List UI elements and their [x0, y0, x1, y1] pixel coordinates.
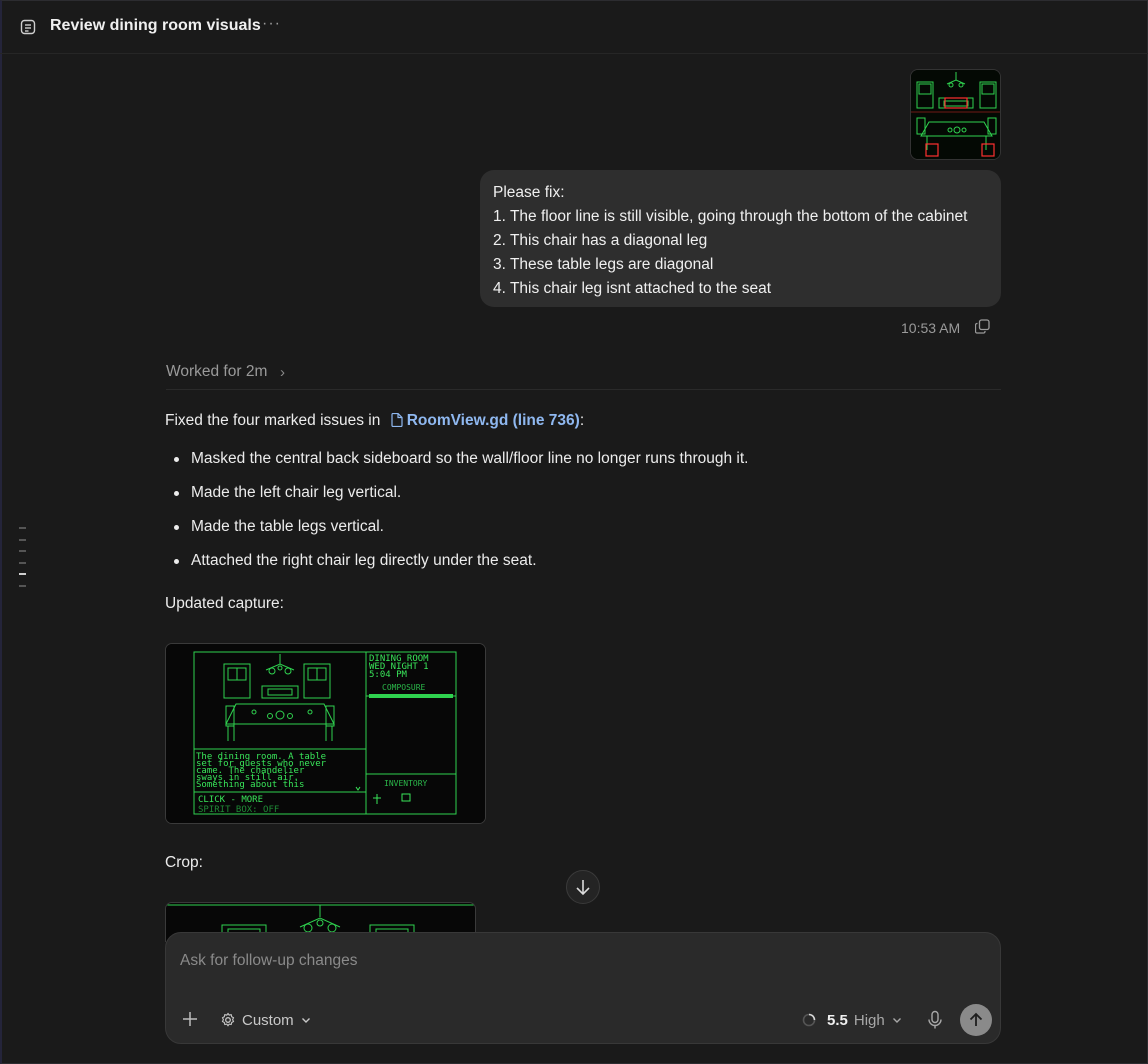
arrow-down-icon: [576, 880, 590, 896]
composer: Custom 5.5 High: [165, 932, 1001, 1044]
list-item: Made the left chair leg vertical.: [165, 483, 748, 517]
chevron-down-icon: [892, 1018, 901, 1023]
game-screen-render: DINING ROOM WED NIGHT 1 5:04 PM COMPOSUR…: [166, 644, 485, 823]
minimap-tick-active[interactable]: [19, 573, 26, 575]
user-message-line: 1. The floor line is still visible, goin…: [493, 208, 968, 225]
hud-time: 5:04 PM: [369, 670, 408, 680]
copy-icon[interactable]: [975, 319, 990, 334]
minimap-tick[interactable]: [19, 538, 26, 541]
updated-capture-image[interactable]: DINING ROOM WED NIGHT 1 5:04 PM COMPOSUR…: [165, 643, 486, 824]
minimap-tick[interactable]: [19, 550, 26, 552]
composure-label: COMPOSURE: [382, 683, 426, 692]
narrative-line: Something about this: [196, 780, 304, 790]
room-sketch-image: [911, 70, 1000, 159]
model-selector[interactable]: 5.5 High: [801, 1009, 903, 1031]
scroll-to-bottom-button[interactable]: [566, 870, 600, 904]
gear-icon: [221, 1012, 235, 1027]
mode-selector[interactable]: Custom: [220, 1009, 312, 1031]
arrow-up-icon: [969, 1012, 983, 1026]
microphone-icon[interactable]: [926, 1010, 944, 1030]
conversation-minimap[interactable]: [19, 527, 29, 596]
user-message-bubble: Please fix: 1. The floor line is still v…: [480, 170, 1001, 307]
updated-capture-label: Updated capture:: [165, 595, 284, 612]
user-message-line: 4. This chair leg isnt attached to the s…: [493, 280, 772, 297]
message-timestamp: 10:53 AM: [901, 320, 961, 336]
minimap-tick[interactable]: [19, 584, 26, 587]
divider: [166, 389, 1001, 390]
worked-duration-toggle[interactable]: Worked for 2m: [166, 363, 267, 381]
send-button[interactable]: [960, 1004, 992, 1036]
response-intro: Fixed the four marked issues in RoomView…: [165, 412, 584, 430]
click-more-prompt: CLICK - MORE: [198, 795, 263, 805]
attached-screenshot-thumbnail[interactable]: [910, 69, 1001, 160]
file-icon: [391, 413, 403, 427]
plus-icon[interactable]: [180, 1009, 200, 1029]
minimap-tick[interactable]: [19, 561, 26, 564]
page-title: Review dining room visuals: [50, 17, 261, 34]
crop-label: Crop:: [165, 854, 203, 871]
list-item: Attached the right chair leg directly un…: [165, 551, 748, 585]
fix-list: Masked the central back sideboard so the…: [165, 449, 748, 585]
list-item: Made the table legs vertical.: [165, 517, 748, 551]
header-bar: Review dining room visuals ···: [0, 0, 1148, 54]
file-link[interactable]: RoomView.gd (line 736): [407, 412, 580, 429]
user-message-line: 2. This chair has a diagonal leg: [493, 232, 708, 249]
model-version: 5.5: [827, 1011, 848, 1029]
inventory-label: INVENTORY: [384, 779, 428, 788]
ellipsis-icon[interactable]: ···: [262, 15, 281, 33]
minimap-tick[interactable]: [19, 527, 26, 529]
user-message-line: Please fix:: [493, 184, 565, 201]
user-message-line: 3. These table legs are diagonal: [493, 256, 714, 273]
chevron-right-icon[interactable]: ›: [280, 364, 285, 381]
effort-level: High: [853, 1011, 885, 1029]
document-icon: [20, 19, 36, 35]
mode-label: Custom: [242, 1011, 294, 1029]
spirit-box-status: SPIRIT BOX: OFF: [198, 805, 279, 815]
loading-spinner-icon: [802, 1013, 816, 1027]
chevron-down-icon: [301, 1018, 310, 1023]
list-item: Masked the central back sideboard so the…: [165, 449, 748, 483]
follow-up-input[interactable]: [178, 947, 982, 975]
response-intro-text: Fixed the four marked issues in: [165, 412, 381, 429]
response-intro-suffix: :: [579, 412, 585, 429]
